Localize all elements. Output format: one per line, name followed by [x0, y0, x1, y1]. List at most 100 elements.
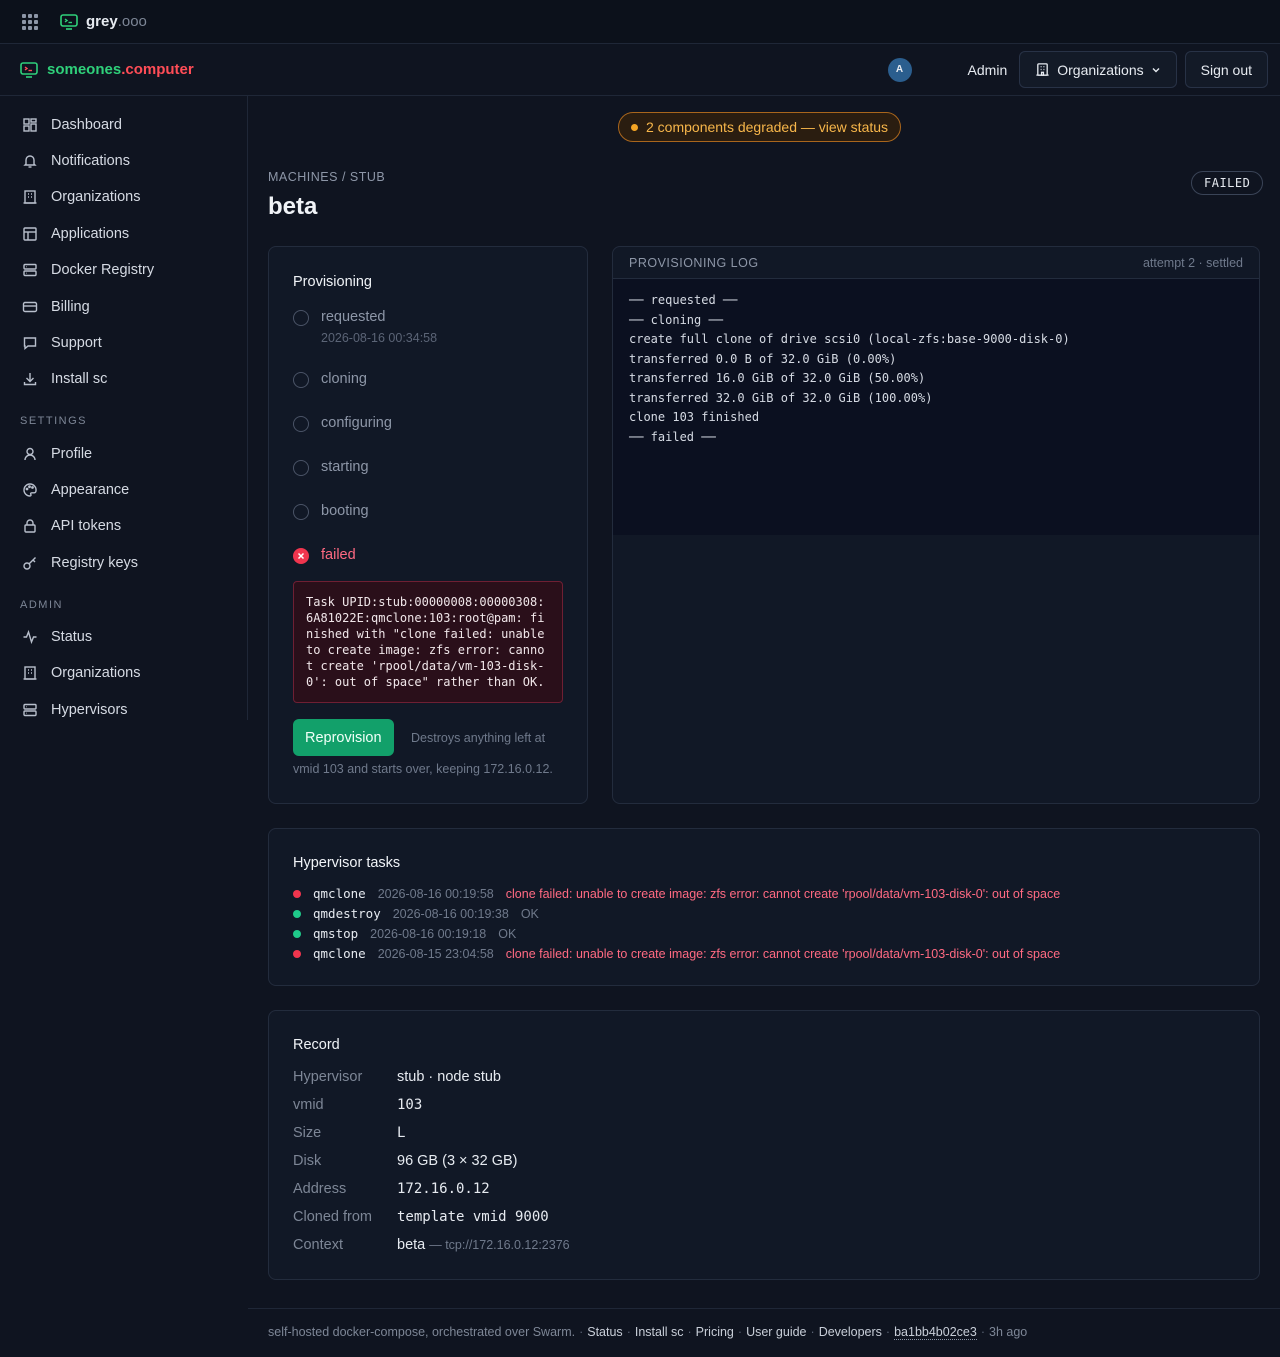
sidebar-item-install-sc[interactable]: Install sc [22, 371, 107, 387]
step-cloning: cloning [293, 371, 367, 388]
provisioning-title: Provisioning [293, 274, 372, 290]
tasks-title: Hypervisor tasks [293, 855, 401, 871]
provisioning-log-card: PROVISIONING LOG attempt 2 · settled ── … [612, 246, 1260, 804]
sidebar-item-support[interactable]: Support [22, 335, 102, 351]
degraded-banner[interactable]: 2 components degraded — view status [618, 112, 902, 142]
step-circle-icon [293, 372, 309, 388]
hypervisor-tasks-card: Hypervisor tasks qmclone 2026-08-16 00:1… [268, 828, 1260, 986]
log-line: clone 103 finished [629, 410, 760, 424]
task-time: 2026-08-16 00:19:18 [370, 926, 487, 941]
log-line: transferred 0.0 B of 32.0 GiB (0.00%) [629, 351, 897, 366]
record-value: 172.16.0.12 [397, 1181, 490, 1197]
breadcrumb: MACHINES / STUB [268, 170, 386, 184]
status-dot-icon [293, 949, 301, 958]
key-icon [23, 557, 36, 570]
step-label: failed [321, 547, 356, 563]
record-row-cloned-from: Cloned from template vmid 9000 [293, 1209, 549, 1225]
server-icon [23, 263, 37, 277]
sidebar-item-label: Profile [51, 446, 93, 462]
sidebar-item-label: Organizations [51, 665, 141, 681]
download-icon [23, 373, 37, 386]
sidebar-item-registry-keys[interactable]: Registry keys [22, 555, 138, 571]
footer-link-developers[interactable]: Developers [819, 1325, 882, 1340]
record-row-size: Size L [293, 1125, 405, 1141]
status-badge: FAILED [1191, 171, 1264, 195]
footer-commit-hash[interactable]: ba1bb4b02ce3 [894, 1325, 977, 1340]
sidebar-item-hypervisors[interactable]: Hypervisors [22, 702, 128, 718]
footer-link-pricing[interactable]: Pricing [696, 1325, 734, 1340]
step-circle-icon [293, 460, 309, 476]
record-key: Cloned from [293, 1209, 372, 1225]
app-brand[interactable]: someones.computer [20, 61, 194, 78]
record-value: 103 [397, 1097, 423, 1113]
footer-link-install[interactable]: Install sc [635, 1325, 684, 1340]
task-message: OK [520, 906, 539, 921]
footer-link-status[interactable]: Status [587, 1325, 622, 1340]
task-time: 2026-08-15 23:04:58 [377, 946, 494, 961]
bell-icon [23, 155, 37, 168]
sidebar-item-status[interactable]: Status [22, 629, 92, 645]
top-bar: grey.ooo [0, 0, 1280, 44]
app-grid-icon[interactable] [22, 13, 38, 30]
sidebar-item-dashboard[interactable]: Dashboard [22, 117, 122, 133]
task-command: qmclone [313, 946, 366, 961]
brand-first: someones [47, 61, 122, 78]
user-label: Admin [967, 61, 1008, 78]
sidebar-item-label: Hypervisors [51, 702, 128, 718]
step-label: configuring [321, 415, 392, 431]
record-key: Address [293, 1181, 347, 1197]
record-row-hypervisor: Hypervisor stub · node stub [293, 1069, 501, 1085]
terminal-monitor-icon [20, 61, 38, 78]
step-circle-icon [293, 310, 309, 326]
activity-icon [23, 629, 37, 645]
record-value: 96 GB (3 × 32 GB) [397, 1153, 518, 1169]
organizations-button-label: Organizations [1057, 61, 1144, 78]
record-card: Record Hypervisor stub · node stub vmid … [268, 1010, 1260, 1280]
step-circle-icon [293, 416, 309, 432]
avatar[interactable]: A [887, 57, 912, 82]
x-circle-icon [293, 548, 309, 564]
sidebar-item-label: API tokens [51, 518, 122, 534]
footer-link-user-guide[interactable]: User guide [746, 1325, 806, 1340]
sidebar-item-label: Billing [51, 299, 90, 315]
banner-text: 2 components degraded — view status [646, 119, 889, 135]
record-key: Context [293, 1237, 343, 1253]
status-dot-icon [293, 909, 301, 918]
record-row-vmid: vmid 103 [293, 1097, 422, 1113]
log-line: ── requested ── [629, 293, 738, 307]
task-row: qmclone 2026-08-16 00:19:58 clone failed… [293, 886, 1060, 901]
sidebar-item-applications[interactable]: Applications [22, 226, 129, 242]
sidebar-item-notifications[interactable]: Notifications [22, 153, 130, 169]
step-circle-icon [293, 504, 309, 520]
task-message: clone failed: unable to create image: zf… [505, 886, 1061, 901]
sidebar-item-api-tokens[interactable]: API tokens [22, 518, 121, 534]
page-title: beta [268, 193, 318, 220]
task-command: qmclone [313, 886, 366, 901]
app-header: someones.computer A Admin Organizations … [0, 44, 1280, 96]
task-time: 2026-08-16 00:19:58 [377, 886, 494, 901]
organizations-button[interactable]: Organizations [1019, 51, 1177, 88]
top-brand[interactable]: grey.ooo [60, 13, 147, 30]
sidebar-item-organizations[interactable]: Organizations [22, 189, 140, 205]
sidebar-item-profile[interactable]: Profile [22, 446, 92, 462]
sidebar-item-docker-registry[interactable]: Docker Registry [22, 262, 154, 278]
sidebar-item-billing[interactable]: Billing [22, 299, 90, 315]
task-time: 2026-08-16 00:19:38 [392, 906, 509, 921]
sidebar-item-label: Registry keys [51, 555, 139, 571]
log-line: ── cloning ── [629, 312, 723, 327]
step-configuring: configuring [293, 415, 392, 432]
sign-out-button[interactable]: Sign out [1184, 51, 1268, 88]
step-label: booting [321, 503, 369, 519]
step-timestamp: 2026-08-16 00:34:58 [321, 331, 438, 345]
record-row-address: Address 172.16.0.12 [293, 1181, 490, 1197]
log-output[interactable]: ── requested ── ── cloning ── create ful… [613, 279, 1259, 535]
sidebar-item-label: Status [51, 629, 93, 645]
brand-second: .computer [121, 61, 194, 78]
dashboard-icon [23, 118, 37, 132]
sidebar-item-appearance[interactable]: Appearance [22, 482, 129, 498]
reprovision-button[interactable]: Reprovision [293, 719, 394, 756]
palette-icon [23, 483, 37, 497]
brand-name: grey [86, 13, 118, 30]
sidebar-item-admin-organizations[interactable]: Organizations [22, 665, 140, 681]
sidebar: Dashboard Notifications Organizations Ap… [0, 96, 248, 720]
